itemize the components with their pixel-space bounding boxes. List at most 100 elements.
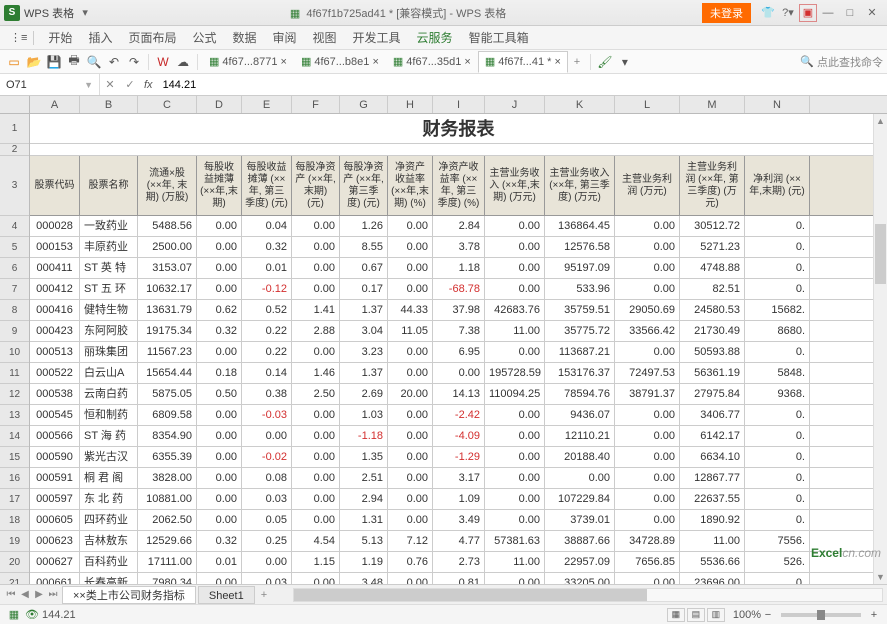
row-header[interactable]: 19	[0, 531, 29, 552]
add-sheet-button[interactable]: +	[255, 589, 273, 601]
cell[interactable]: 0.32	[242, 237, 292, 257]
cell[interactable]: 1.35	[340, 447, 388, 467]
cell[interactable]: 4.54	[292, 531, 340, 551]
cell[interactable]: 5875.05	[138, 384, 197, 404]
cell[interactable]: 0.00	[485, 447, 545, 467]
vertical-scrollbar[interactable]: ▲ ▼	[873, 114, 887, 584]
name-box-dropdown-icon[interactable]: ▼	[84, 80, 93, 90]
table-row[interactable]: 000153丰原药业2500.000.000.320.008.550.003.7…	[30, 237, 887, 258]
skin-icon[interactable]: 👕	[759, 4, 777, 22]
zoom-knob[interactable]	[817, 610, 825, 620]
col-header[interactable]: N	[745, 96, 810, 113]
cell[interactable]: 0.00	[197, 216, 242, 236]
doc-tab-2[interactable]: ▦4f67...b8e1 ×	[294, 51, 386, 73]
cell[interactable]: 0.00	[388, 489, 433, 509]
cell[interactable]: 33566.42	[615, 321, 680, 341]
cell[interactable]: 2.51	[340, 468, 388, 488]
menu-insert[interactable]: 插入	[80, 29, 120, 46]
cell[interactable]: 000566	[30, 426, 80, 446]
cell[interactable]: 0.00	[615, 489, 680, 509]
cloud-icon[interactable]: ☁	[173, 52, 193, 72]
cell[interactable]: 1.26	[340, 216, 388, 236]
cell[interactable]: 113687.21	[545, 342, 615, 362]
col-header[interactable]: H	[388, 96, 433, 113]
table-row[interactable]: 000545恒和制药6809.580.00-0.030.001.030.00-2…	[30, 405, 887, 426]
cell[interactable]: 0.00	[197, 279, 242, 299]
cell[interactable]: 11.00	[485, 552, 545, 572]
cell[interactable]: 10632.17	[138, 279, 197, 299]
col-header[interactable]: A	[30, 96, 80, 113]
cell[interactable]: -68.78	[433, 279, 485, 299]
cell[interactable]: 1.03	[340, 405, 388, 425]
cell[interactable]: 20188.40	[545, 447, 615, 467]
cell[interactable]: 0.00	[292, 426, 340, 446]
table-row[interactable]: 000661长春高新7980.340.000.030.003.480.000.8…	[30, 573, 887, 584]
fx-label[interactable]: fx	[140, 79, 157, 91]
cell[interactable]: 0.01	[197, 552, 242, 572]
row-header[interactable]: 7	[0, 279, 29, 300]
cell[interactable]: 12576.58	[545, 237, 615, 257]
cell[interactable]: 0.00	[388, 447, 433, 467]
cell[interactable]: 0.25	[242, 531, 292, 551]
cell[interactable]: 22957.09	[545, 552, 615, 572]
cell[interactable]: 0.	[745, 573, 810, 584]
cell[interactable]: 38887.66	[545, 531, 615, 551]
cell[interactable]: 云南白药	[80, 384, 138, 404]
cell[interactable]: 0.00	[485, 468, 545, 488]
table-row[interactable]: 000605四环药业2062.500.000.050.001.310.003.4…	[30, 510, 887, 531]
confirm-icon[interactable]: ✓	[120, 75, 140, 95]
cell[interactable]: 57381.63	[485, 531, 545, 551]
cell[interactable]: 4.77	[433, 531, 485, 551]
cell[interactable]: 1.37	[340, 300, 388, 320]
cell[interactable]: 0.18	[197, 363, 242, 383]
cell[interactable]: 12867.77	[680, 468, 745, 488]
cell[interactable]: 5848.	[745, 363, 810, 383]
cell[interactable]: 15654.44	[138, 363, 197, 383]
cell[interactable]: 2.50	[292, 384, 340, 404]
cell[interactable]: 12529.66	[138, 531, 197, 551]
name-box[interactable]: O71 ▼	[0, 74, 100, 95]
doc-tab-1[interactable]: ▦4f67...8771 ×	[202, 51, 294, 73]
cell[interactable]: 23696.00	[680, 573, 745, 584]
cancel-icon[interactable]: ✕	[100, 75, 120, 95]
row-header[interactable]: 4	[0, 216, 29, 237]
cell[interactable]: 195728.59	[485, 363, 545, 383]
cell[interactable]: 0.00	[615, 405, 680, 425]
cell[interactable]: 1.19	[340, 552, 388, 572]
cell[interactable]: 0.00	[292, 216, 340, 236]
cell[interactable]: 1.31	[340, 510, 388, 530]
cell[interactable]: 2.73	[433, 552, 485, 572]
maximize-button[interactable]: □	[839, 4, 861, 22]
hscroll-thumb[interactable]	[294, 589, 647, 601]
cell[interactable]: 0.	[745, 342, 810, 362]
scroll-down-icon[interactable]: ▼	[874, 570, 887, 584]
redo-icon[interactable]: ↷	[124, 52, 144, 72]
sheet-tab-active[interactable]: ××类上市公司财务指标	[62, 586, 196, 604]
cell[interactable]: 44.33	[388, 300, 433, 320]
cell[interactable]: 35759.51	[545, 300, 615, 320]
row-header[interactable]: 2	[0, 144, 29, 156]
cell[interactable]: 000605	[30, 510, 80, 530]
cell[interactable]: -0.02	[242, 447, 292, 467]
add-tab-button[interactable]: +	[568, 56, 586, 68]
cell[interactable]: 8680.	[745, 321, 810, 341]
table-row[interactable]: 000591桐 君 阁3828.000.000.080.002.510.003.…	[30, 468, 887, 489]
menu-data[interactable]: 数据	[224, 29, 264, 46]
cell[interactable]: 0.00	[388, 363, 433, 383]
cell[interactable]: 0.22	[242, 342, 292, 362]
cell[interactable]: 6.95	[433, 342, 485, 362]
spreadsheet-grid[interactable]: A B C D E F G H I J K L M N 1 2 3 4 5 6 …	[0, 96, 887, 584]
cell[interactable]: 33205.00	[545, 573, 615, 584]
cell[interactable]: 5488.56	[138, 216, 197, 236]
horizontal-scrollbar[interactable]	[293, 588, 883, 602]
cell[interactable]: 0.00	[292, 237, 340, 257]
cell[interactable]: 9436.07	[545, 405, 615, 425]
cell[interactable]: 紫光古汉	[80, 447, 138, 467]
cell[interactable]: ST 五 环	[80, 279, 138, 299]
cell[interactable]: 1890.92	[680, 510, 745, 530]
cell[interactable]: -0.12	[242, 279, 292, 299]
cell[interactable]: 0.00	[197, 426, 242, 446]
menu-page-layout[interactable]: 页面布局	[120, 29, 184, 46]
row-header[interactable]: 10	[0, 342, 29, 363]
cell[interactable]: 1.46	[292, 363, 340, 383]
